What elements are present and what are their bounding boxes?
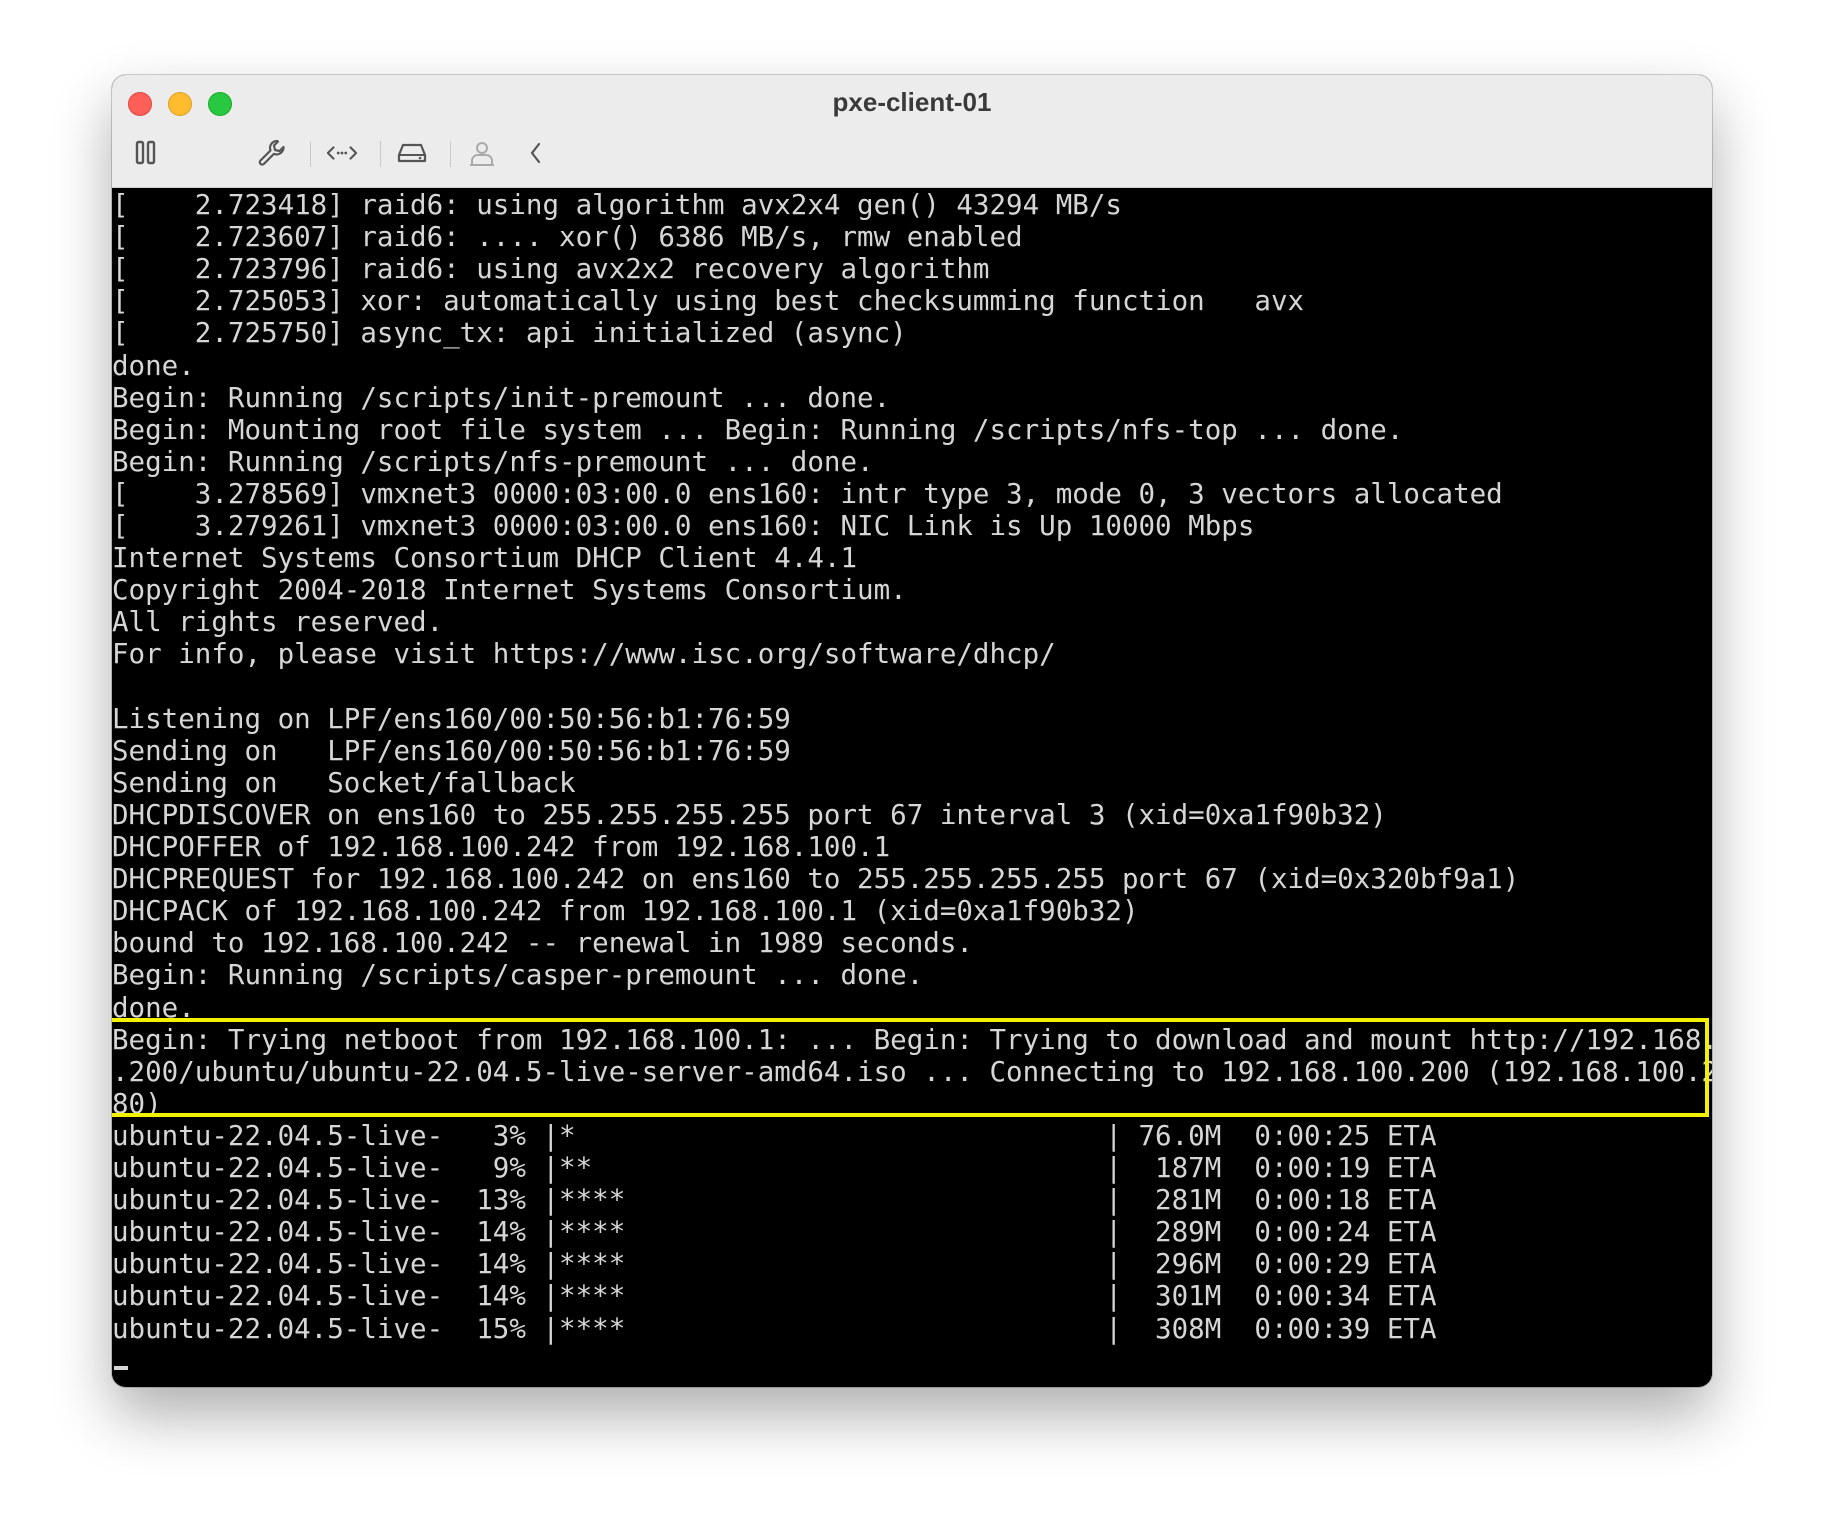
- terminal-line: bound to 192.168.100.242 -- renewal in 1…: [112, 927, 973, 960]
- title-bar: pxe-client-01: [112, 75, 1712, 188]
- terminal-line: Begin: Running /scripts/casper-premount …: [112, 959, 924, 992]
- terminal-line: [ 2.723418] raid6: using algorithm avx2x…: [112, 189, 1122, 221]
- terminal-line: Begin: Trying netboot from 192.168.100.1…: [112, 1023, 1712, 1056]
- terminal-line: ubuntu-22.04.5-live- 9% |** | 187M 0:00:…: [112, 1152, 1437, 1184]
- window-title: pxe-client-01: [832, 87, 992, 117]
- terminal-line: All rights reserved.: [112, 606, 444, 639]
- terminal-line: DHCPREQUEST for 192.168.100.242 on ens16…: [112, 863, 1520, 896]
- terminal-line: ubuntu-22.04.5-live- 14% |**** | 301M 0:…: [112, 1280, 1437, 1313]
- terminal-line: DHCPACK of 192.168.100.242 from 192.168.…: [112, 895, 1139, 928]
- toolbar-separator: [380, 141, 381, 167]
- terminal-line: ubuntu-22.04.5-live- 15% |**** | 308M 0:…: [112, 1312, 1437, 1345]
- terminal-line: ubuntu-22.04.5-live- 14% |**** | 296M 0:…: [112, 1248, 1437, 1281]
- terminal-line: [ 3.279261] vmxnet3 0000:03:00.0 ens160:…: [112, 510, 1255, 542]
- terminal-line: .200/ubuntu/ubuntu-22.04.5-live-server-a…: [112, 1055, 1712, 1088]
- code-arrows-icon[interactable]: [326, 137, 358, 169]
- user-icon[interactable]: [466, 137, 498, 169]
- terminal-line: DHCPDISCOVER on ens160 to 255.255.255.25…: [112, 798, 1387, 831]
- chevron-left-icon[interactable]: [520, 137, 552, 169]
- terminal-line: For info, please visit https://www.isc.o…: [112, 638, 1056, 671]
- terminal-line: Listening on LPF/ens160/00:50:56:b1:76:5…: [112, 702, 791, 735]
- vm-console-window: pxe-client-01 ubuntu-22.04.5-live- 15% |…: [112, 75, 1712, 1387]
- terminal-line: Copyright 2004-2018 Internet Systems Con…: [112, 574, 907, 607]
- wrench-icon[interactable]: [256, 137, 288, 169]
- terminal-line: [ 2.725053] xor: automatically using bes…: [112, 285, 1305, 318]
- terminal-line: Sending on Socket/fallback: [112, 766, 576, 799]
- terminal-line: done.: [112, 991, 195, 1024]
- terminal-line: Begin: Running /scripts/nfs-premount ...…: [112, 445, 874, 478]
- terminal-line: [ 2.725750] async_tx: api initialized (a…: [112, 317, 907, 350]
- terminal-line: [ 3.278569] vmxnet3 0000:03:00.0 ens160:…: [112, 477, 1503, 510]
- toolbar-separator: [450, 141, 451, 167]
- terminal-line: Sending on LPF/ens160/00:50:56:b1:76:59: [112, 734, 791, 767]
- terminal-line: [ 2.723607] raid6: .... xor() 6386 MB/s,…: [112, 221, 1023, 254]
- pause-icon[interactable]: [130, 137, 162, 169]
- terminal-line: done.: [112, 349, 195, 382]
- terminal-line: ubuntu-22.04.5-live- 13% |**** | 281M 0:…: [112, 1184, 1437, 1217]
- terminal-line: Begin: Mounting root file system ... Beg…: [112, 413, 1404, 446]
- terminal-line: [ 2.723796] raid6: using avx2x2 recovery…: [112, 253, 990, 286]
- toolbar-separator: [310, 141, 311, 167]
- terminal-line: ubuntu-22.04.5-live- 14% |**** | 289M 0:…: [112, 1216, 1437, 1249]
- terminal-line: ubuntu-22.04.5-live- 3% |* | 76.0M 0:00:…: [112, 1119, 1437, 1152]
- terminal-line: Begin: Running /scripts/init-premount ..…: [112, 381, 891, 414]
- terminal-line: 80): [112, 1087, 162, 1120]
- disk-drive-icon[interactable]: [396, 137, 428, 169]
- terminal-line: Internet Systems Consortium DHCP Client …: [112, 542, 858, 575]
- terminal-line: DHCPOFFER of 192.168.100.242 from 192.16…: [112, 831, 891, 863]
- terminal-console[interactable]: ubuntu-22.04.5-live- 15% |**** | 308M 0:…: [112, 188, 1712, 1387]
- text-cursor: [114, 1366, 128, 1370]
